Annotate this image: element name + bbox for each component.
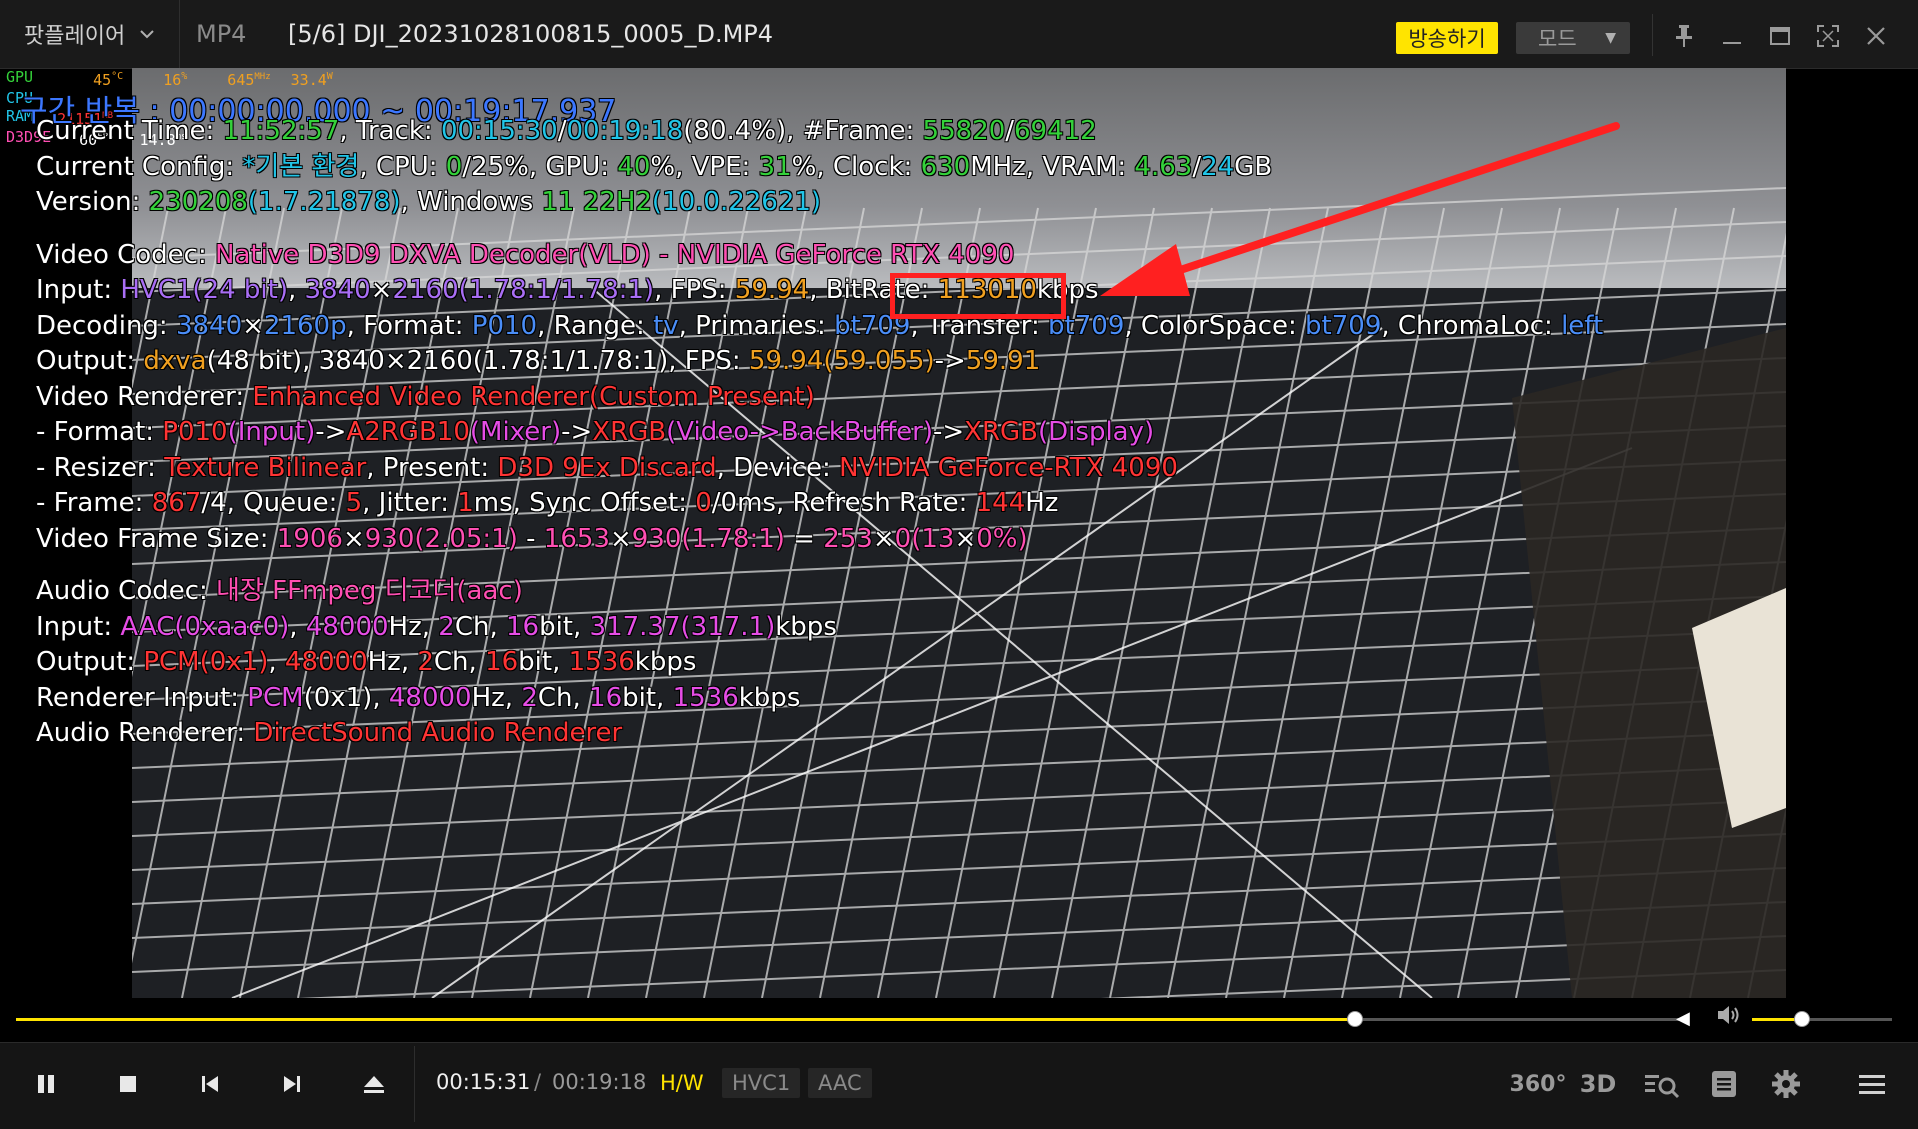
chevron-left-icon[interactable]: ◀ xyxy=(1676,1008,1690,1029)
info-renderer-input: Renderer Input: PCM(0x1), 48000Hz, 2Ch, … xyxy=(36,682,801,713)
maximize-button[interactable] xyxy=(1762,18,1798,54)
pause-icon xyxy=(38,1075,54,1093)
pin-icon xyxy=(1676,25,1692,47)
info-audio-renderer: Audio Renderer: DirectSound Audio Render… xyxy=(36,718,623,748)
bitrate-highlight-box xyxy=(890,273,1066,319)
broadcast-button[interactable]: 방송하기 xyxy=(1396,22,1498,54)
audio-codec-tag[interactable]: AAC xyxy=(808,1068,872,1098)
minimize-icon xyxy=(1723,42,1741,44)
info-audio-input: Input: AAC(0xaac0), 48000Hz, 2Ch, 16bit,… xyxy=(36,611,837,642)
fullscreen-icon xyxy=(1817,25,1839,47)
mode-label: 모드 xyxy=(1538,27,1577,51)
info-renderer-frame: - Frame: 867/4, Queue: 5, Jitter: 1ms, S… xyxy=(36,488,1059,518)
time-separator: / xyxy=(534,1070,542,1094)
mode-dropdown[interactable]: 모드 ▼ xyxy=(1516,22,1630,54)
3d-video-icon[interactable]: 3D xyxy=(1576,1062,1620,1106)
total-time: 00:19:18 xyxy=(552,1070,647,1094)
close-button[interactable] xyxy=(1858,18,1894,54)
annotation-arrow-icon xyxy=(1100,122,1620,296)
pin-button[interactable] xyxy=(1666,18,1702,54)
info-frame-size: Video Frame Size: 1906×930(2.05:1) - 165… xyxy=(36,523,1028,554)
next-button[interactable] xyxy=(268,1060,316,1108)
eject-button[interactable] xyxy=(350,1060,398,1108)
info-renderer-resizer: - Resizer: Texture Bilinear, Present: D3… xyxy=(36,452,1178,483)
dropdown-arrow-icon: ▼ xyxy=(1605,30,1616,46)
info-audio-output: Output: PCM(0x1), 48000Hz, 2Ch, 16bit, 1… xyxy=(36,647,697,677)
360-video-icon[interactable]: 360° xyxy=(1510,1062,1567,1106)
seek-progress xyxy=(16,1018,1356,1021)
stop-button[interactable] xyxy=(104,1060,152,1108)
file-title: [5/6] DJI_20231028100815_0005_D.MP4 xyxy=(288,20,774,48)
chevron-down-icon xyxy=(140,30,154,39)
divider xyxy=(1652,14,1653,56)
playlist-search-icon[interactable] xyxy=(1640,1062,1684,1106)
info-video-output: Output: dxva(48 bit), 3840×2160(1.78:1/1… xyxy=(36,346,1041,376)
previous-button[interactable] xyxy=(186,1060,234,1108)
eject-icon xyxy=(364,1076,384,1093)
pause-button[interactable] xyxy=(22,1060,70,1108)
speaker-icon[interactable] xyxy=(1716,1004,1740,1032)
fullscreen-button[interactable] xyxy=(1810,18,1846,54)
current-time: 00:15:31 xyxy=(436,1070,531,1094)
stop-icon xyxy=(120,1076,136,1092)
app-menu-button[interactable]: 팟플레이어 xyxy=(10,0,180,68)
close-icon xyxy=(1867,27,1885,45)
divider xyxy=(414,1046,415,1122)
hw-decoding-tag[interactable]: H/W xyxy=(650,1068,714,1098)
video-codec-tag[interactable]: HVC1 xyxy=(722,1068,801,1098)
info-renderer-format: - Format: P010(Input)->A2RGB10(Mixer)->X… xyxy=(36,417,1155,447)
info-decoding: Decoding: 3840×2160p, Format: P010, Rang… xyxy=(36,310,1604,341)
skip-previous-icon xyxy=(202,1076,218,1092)
app-name: 팟플레이어 xyxy=(24,24,126,49)
format-label: MP4 xyxy=(196,20,247,48)
maximize-icon xyxy=(1770,27,1790,45)
minimize-button[interactable] xyxy=(1714,18,1750,54)
settings-gear-icon[interactable] xyxy=(1764,1062,1808,1106)
skip-next-icon xyxy=(284,1076,300,1092)
hamburger-menu-icon[interactable] xyxy=(1850,1062,1894,1106)
info-video-renderer: Video Renderer: Enhanced Video Renderer(… xyxy=(36,381,815,412)
chapter-list-icon[interactable] xyxy=(1702,1062,1746,1106)
info-audio-codec: Audio Codec: 내장 FFmpeg 디코더(aac) xyxy=(36,576,523,606)
